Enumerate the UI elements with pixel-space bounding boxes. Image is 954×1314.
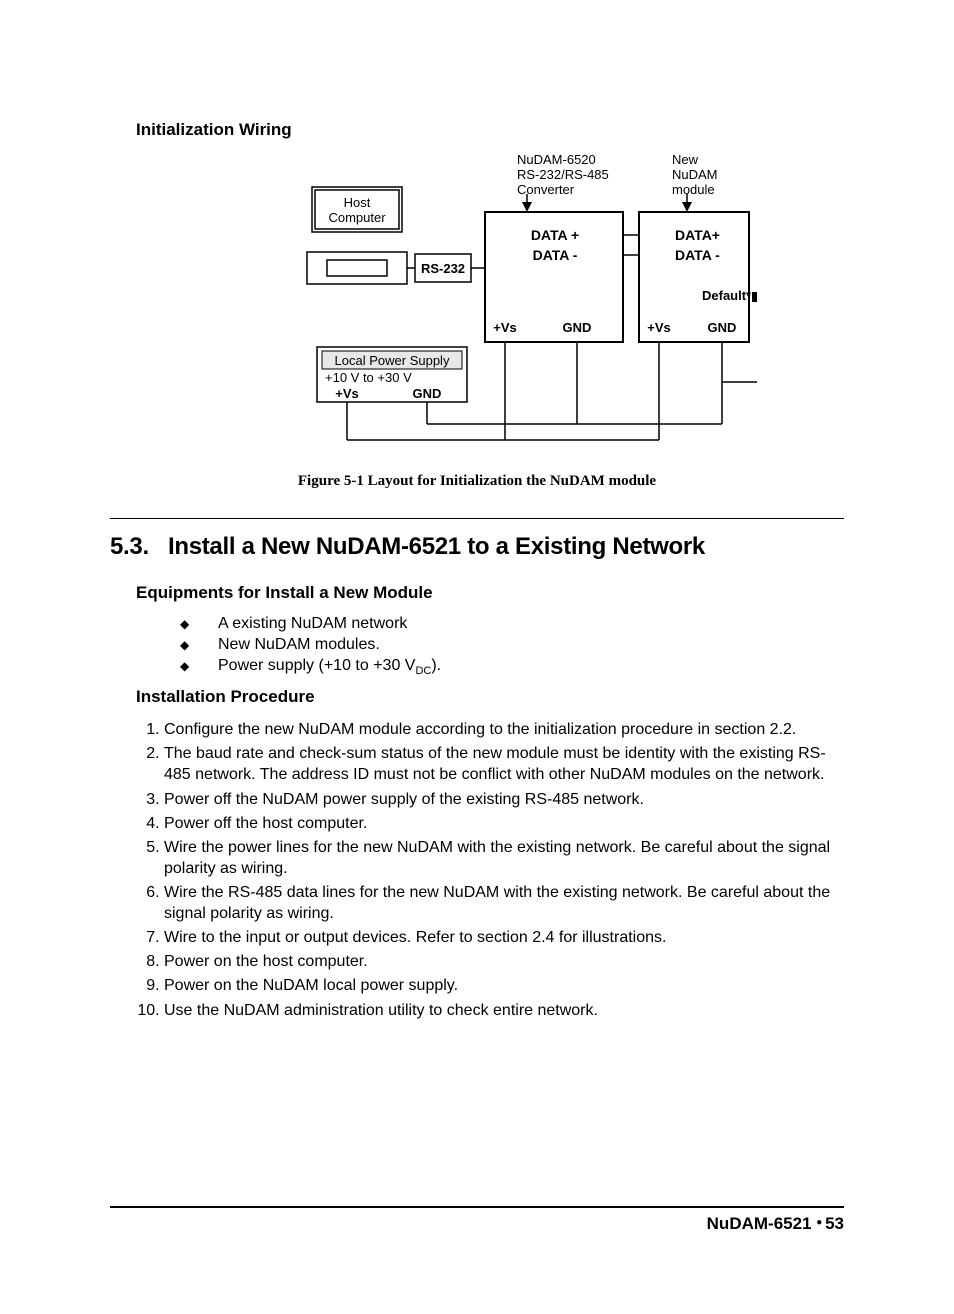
svg-text:+Vs: +Vs	[493, 320, 517, 335]
procedure-list: Configure the new NuDAM module according…	[110, 719, 844, 1020]
list-item-text: Wire the power lines for the new NuDAM w…	[164, 839, 830, 877]
svg-text:DATA -: DATA -	[533, 247, 578, 263]
list-item: Power supply (+10 to +30 VDC).	[180, 657, 844, 677]
section-title: 5.3. Install a New NuDAM-6521 to a Exist…	[110, 533, 844, 561]
svg-text:Local Power Supply: Local Power Supply	[335, 353, 450, 368]
list-item: Power off the NuDAM power supply of the …	[164, 789, 844, 810]
bullet-icon: ●	[816, 1217, 825, 1228]
list-item: Use the NuDAM administration utility to …	[164, 1000, 844, 1021]
footer-text: NuDAM-6521 ● 53	[110, 1214, 844, 1234]
svg-text:module: module	[672, 182, 715, 197]
footer-rule	[110, 1206, 844, 1208]
list-item: The baud rate and check-sum status of th…	[164, 743, 844, 785]
list-item-text: Wire to the input or output devices. Ref…	[164, 929, 666, 946]
svg-text:RS-232: RS-232	[421, 261, 465, 276]
subscript-dc: DC	[415, 665, 431, 677]
svg-text:NuDAM: NuDAM	[672, 167, 718, 182]
list-item-text: Power off the NuDAM power supply of the …	[164, 791, 644, 808]
svg-text:DATA +: DATA +	[531, 227, 579, 243]
list-item: A existing NuDAM network	[180, 615, 844, 633]
svg-text:NuDAM-6520: NuDAM-6520	[517, 152, 596, 167]
list-item-text: Configure the new NuDAM module according…	[164, 721, 796, 738]
svg-text:GND: GND	[563, 320, 592, 335]
wiring-diagram: Host Computer RS-232 NuDAM-6520 RS-232/R…	[197, 152, 757, 467]
list-item: Power on the NuDAM local power supply.	[164, 975, 844, 996]
list-item-text: Power off the host computer.	[164, 815, 367, 832]
svg-text:Computer: Computer	[328, 210, 386, 225]
page: Initialization Wiring Host Computer RS-2…	[0, 0, 954, 1314]
svg-text:+Vs: +Vs	[647, 320, 671, 335]
list-item-text: The baud rate and check-sum status of th…	[164, 745, 826, 783]
section-number: 5.3.	[110, 533, 149, 560]
list-item-text: Power on the NuDAM local power supply.	[164, 977, 458, 994]
heading-equipments: Equipments for Install a New Module	[136, 583, 844, 603]
list-item-text: New NuDAM modules.	[218, 636, 380, 653]
equipments-list: A existing NuDAM network New NuDAM modul…	[110, 615, 844, 677]
svg-text:Converter: Converter	[517, 182, 575, 197]
list-item: Wire the power lines for the new NuDAM w…	[164, 837, 844, 879]
list-item-text: Power supply (+10 to +30 V	[218, 657, 415, 674]
list-item: Wire to the input or output devices. Ref…	[164, 927, 844, 948]
svg-text:RS-232/RS-485: RS-232/RS-485	[517, 167, 609, 182]
closing-paren: ).	[431, 657, 441, 674]
list-item: Wire the RS-485 data lines for the new N…	[164, 882, 844, 924]
page-footer: NuDAM-6521 ● 53	[110, 1206, 844, 1234]
figure-caption: Figure 5-1 Layout for Initialization the…	[110, 473, 844, 490]
list-item: Power on the host computer.	[164, 951, 844, 972]
heading-procedure: Installation Procedure	[136, 687, 844, 707]
svg-text:Host: Host	[344, 195, 371, 210]
section-title-text: Install a New NuDAM-6521 to a Existing N…	[168, 533, 705, 560]
list-item-text: A existing NuDAM network	[218, 615, 407, 632]
footer-page-number: 53	[825, 1214, 844, 1233]
heading-initialization-wiring: Initialization Wiring	[136, 120, 844, 140]
svg-text:+10 V to +30 V: +10 V to +30 V	[325, 370, 412, 385]
svg-text:+Vs: +Vs	[335, 386, 359, 401]
list-item-text: Power on the host computer.	[164, 953, 368, 970]
figure-wrap: Host Computer RS-232 NuDAM-6520 RS-232/R…	[110, 152, 844, 490]
svg-text:DATA+: DATA+	[675, 227, 720, 243]
svg-text:Default*: Default*	[702, 288, 752, 303]
section-rule	[110, 518, 844, 519]
svg-text:DATA -: DATA -	[675, 247, 720, 263]
list-item: New NuDAM modules.	[180, 636, 844, 654]
svg-text:New: New	[672, 152, 699, 167]
list-item-text: Use the NuDAM administration utility to …	[164, 1002, 598, 1019]
list-item: Power off the host computer.	[164, 813, 844, 834]
footer-product: NuDAM-6521	[707, 1214, 812, 1233]
list-item-text: Wire the RS-485 data lines for the new N…	[164, 884, 830, 922]
svg-text:GND: GND	[708, 320, 737, 335]
list-item: Configure the new NuDAM module according…	[164, 719, 844, 740]
svg-text:GND: GND	[413, 386, 442, 401]
